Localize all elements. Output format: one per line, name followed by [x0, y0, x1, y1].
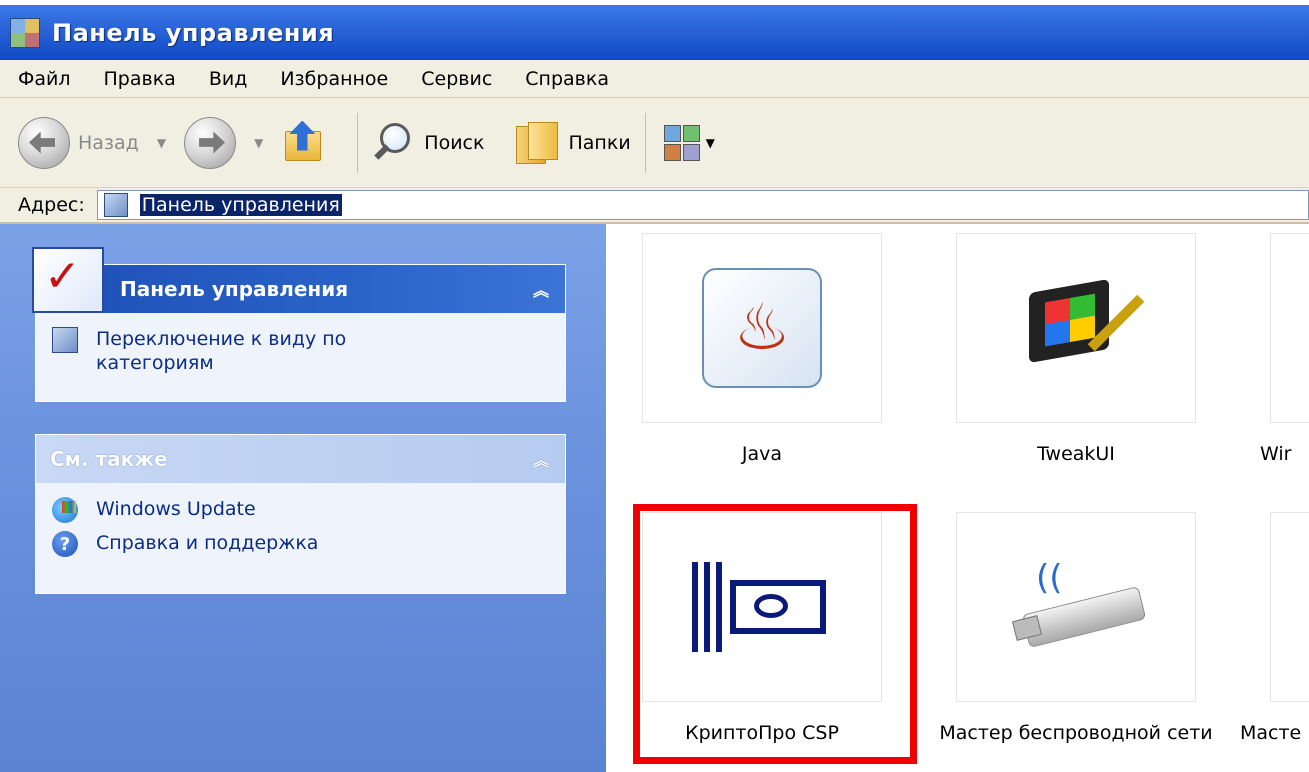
forward-arrow-icon	[184, 116, 237, 169]
toolbar: Назад ▼ ▼ Поиск Папки ▼	[0, 98, 1309, 188]
switch-to-category-view-link[interactable]: Переключение к виду по категориям	[52, 327, 549, 375]
address-bar: Адрес: Панель управления	[0, 188, 1309, 224]
panel-body: Переключение к виду по категориям	[36, 313, 565, 401]
back-button[interactable]: Назад	[18, 113, 139, 173]
address-value: Панель управления	[139, 194, 342, 216]
item-label: КриптоПро CSP	[685, 722, 839, 744]
item-icon-frame	[642, 512, 882, 702]
menu-file[interactable]: Файл	[18, 68, 71, 90]
control-panel-item-java[interactable]: ♨ Java	[622, 233, 902, 467]
item-label: Wir	[1260, 443, 1292, 465]
windows-update-icon	[52, 497, 78, 523]
see-also-panel: См. также ︽ Windows Update ? Справка и п…	[35, 434, 566, 594]
toolbar-separator	[357, 112, 359, 173]
back-dropdown-icon[interactable]: ▼	[157, 136, 166, 150]
collapse-chevron-icon[interactable]: ︽	[533, 447, 549, 471]
forward-dropdown-icon[interactable]: ▼	[254, 136, 263, 150]
task-link-label: Windows Update	[96, 498, 256, 520]
windows-update-link[interactable]: Windows Update	[52, 497, 549, 523]
task-link-label: Переключение к виду по категориям	[96, 328, 347, 374]
control-panel-icon	[52, 327, 78, 353]
control-panel-item-tweakui[interactable]: TweakUI	[936, 233, 1216, 467]
tweakui-icon	[1011, 268, 1145, 388]
folders-button[interactable]: Папки	[508, 113, 631, 173]
menu-help[interactable]: Справка	[525, 68, 609, 90]
menu-bar: Файл Правка Вид Избранное Сервис Справка	[0, 60, 1309, 98]
back-label: Назад	[78, 131, 139, 154]
menu-view[interactable]: Вид	[209, 68, 248, 90]
task-link-label: Справка и поддержка	[96, 532, 319, 554]
search-button[interactable]: Поиск	[372, 113, 484, 173]
search-icon	[372, 121, 416, 165]
help-icon: ?	[52, 531, 78, 557]
window-title: Панель управления	[52, 18, 335, 47]
search-label: Поиск	[424, 131, 485, 154]
address-input[interactable]: Панель управления	[96, 190, 1309, 220]
forward-button[interactable]	[184, 113, 237, 173]
toolbar-separator	[644, 112, 646, 173]
panel-body: Windows Update ? Справка и поддержка	[36, 483, 565, 593]
folders-icon	[514, 120, 560, 166]
control-panel-check-icon	[32, 247, 104, 313]
menu-tools[interactable]: Сервис	[421, 68, 492, 90]
item-icon-frame	[1270, 233, 1309, 423]
help-and-support-link[interactable]: ? Справка и поддержка	[52, 531, 549, 557]
item-label: Java	[741, 443, 783, 465]
item-label: Мастер беспроводной сети	[939, 722, 1213, 744]
usb-wireless-icon: ((	[1006, 552, 1147, 662]
title-bar[interactable]: Панель управления	[0, 5, 1309, 60]
control-panel-task-panel: Панель управления ︽ Переключение к виду …	[32, 247, 566, 402]
item-label: Масте	[1240, 722, 1302, 744]
menu-edit[interactable]: Правка	[104, 68, 176, 90]
task-pane: Панель управления ︽ Переключение к виду …	[0, 224, 606, 772]
java-icon: ♨	[702, 268, 822, 388]
menu-favorites[interactable]: Избранное	[280, 68, 388, 90]
control-panel-item-cryptopro-csp[interactable]: КриптоПро CSP	[622, 512, 902, 746]
item-label: TweakUI	[1037, 443, 1115, 465]
item-icon-frame: ♨	[642, 233, 882, 423]
item-icon-frame: ((	[956, 512, 1196, 702]
views-icon	[660, 121, 704, 165]
views-button[interactable]: ▼	[660, 113, 715, 173]
item-icon-frame	[956, 233, 1196, 423]
panel-title: Панель управления	[120, 277, 349, 301]
control-panel-item-partial[interactable]: Wir	[1250, 233, 1309, 467]
views-dropdown-icon: ▼	[705, 135, 715, 150]
panel-header[interactable]: Панель управления ︽	[36, 265, 565, 313]
control-panel-item-partial[interactable]: Масте	[1240, 512, 1309, 746]
back-arrow-icon	[18, 116, 70, 169]
control-panel-icon	[10, 17, 40, 48]
address-label: Адрес:	[18, 194, 85, 216]
item-icon-frame	[1270, 512, 1309, 702]
up-folder-icon[interactable]	[285, 120, 325, 165]
collapse-chevron-icon[interactable]: ︽	[533, 277, 549, 301]
control-panel-icon	[103, 193, 128, 217]
cryptopro-icon	[692, 562, 832, 652]
folders-label: Папки	[568, 131, 631, 154]
control-panel-item-wireless-wizard[interactable]: (( Мастер беспроводной сети	[936, 512, 1216, 746]
panel-header[interactable]: См. также ︽	[36, 435, 565, 483]
panel-title: См. также	[50, 447, 168, 471]
